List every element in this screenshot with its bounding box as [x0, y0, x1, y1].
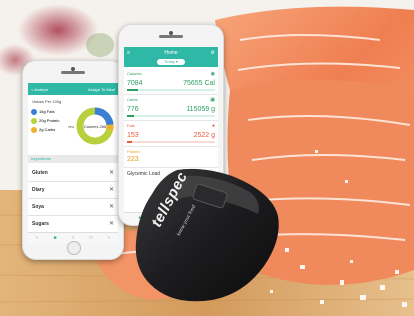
ingredient-row[interactable]: Diary ✕ — [28, 182, 118, 199]
protein-dot — [31, 117, 37, 124]
calories-donut: Calories 266 — [76, 107, 114, 145]
page-title: Home — [164, 50, 178, 56]
metric-row[interactable]: Carbs ▣ 776 115059 g — [124, 95, 218, 121]
legend-item: 20g Protein — [31, 116, 75, 125]
nutrient-legend: 15g Fats 20g Protein 2g Carbs — [31, 107, 75, 134]
blurred-radish — [18, 4, 98, 56]
settings-icon[interactable]: ⚙ — [211, 50, 215, 56]
speaker — [61, 71, 85, 74]
date-selector[interactable]: Today ▾ — [157, 59, 185, 65]
carbs-icon: ▣ — [210, 97, 215, 103]
ingredients-header: Ingredients — [28, 155, 118, 163]
donut-center-label: Calories 266 — [84, 124, 107, 129]
history-tab-icon[interactable]: □ — [89, 235, 92, 241]
fats-icon: ● — [211, 123, 215, 129]
back-button[interactable]: < Analyze — [31, 87, 48, 92]
left-phone: < Analyze Assign To Meal Values Per 100g… — [22, 60, 124, 260]
left-phone-screen: < Analyze Assign To Meal Values Per 100g… — [28, 83, 118, 243]
calories-icon: ◉ — [210, 71, 215, 77]
profile-tab-icon[interactable]: ○ — [107, 235, 110, 241]
scan-tab-icon[interactable]: ■ — [53, 235, 56, 241]
metric-row[interactable]: Fats ● 153 2522 g — [124, 121, 218, 147]
values-per-label: Values Per 100g — [32, 99, 62, 104]
right-phone-header: ≡ Home ⚙ Today ▾ — [124, 47, 218, 67]
carbs-dot — [31, 126, 37, 133]
speaker — [159, 35, 183, 38]
metric-row[interactable]: Calories ◉ 7084 75655 Cal — [124, 69, 218, 95]
donut-percent: 75% — [68, 125, 75, 129]
close-icon[interactable]: ✕ — [109, 186, 114, 193]
progress-bar — [127, 115, 215, 117]
ingredients-list: Gluten ✕ Diary ✕ Soya ✕ Sugars ✕ — [28, 165, 118, 233]
close-icon[interactable]: ✕ — [109, 169, 114, 176]
product-photo: < Analyze Assign To Meal Values Per 100g… — [0, 0, 414, 316]
metric-row[interactable]: Protein 223 — [124, 147, 218, 168]
left-phone-header: < Analyze Assign To Meal — [28, 83, 118, 95]
progress-bar — [127, 89, 215, 91]
metrics-list: Calories ◉ 7084 75655 Cal Carbs ▣ 776 11… — [124, 69, 218, 180]
ingredient-row[interactable]: Soya ✕ — [28, 199, 118, 216]
close-icon[interactable]: ✕ — [109, 203, 114, 210]
fats-dot — [31, 108, 37, 115]
tellspec-scanner — [135, 168, 279, 302]
progress-bar — [127, 141, 215, 143]
home-button[interactable] — [67, 241, 81, 255]
assign-to-meal-button[interactable]: Assign To Meal — [88, 87, 115, 92]
ingredient-row[interactable]: Sugars ✕ — [28, 216, 118, 233]
home-tab-icon[interactable]: ○ — [35, 235, 38, 241]
close-icon[interactable]: ✕ — [109, 220, 114, 227]
ingredient-row[interactable]: Gluten ✕ — [28, 165, 118, 182]
legend-item: 15g Fats — [31, 107, 75, 116]
